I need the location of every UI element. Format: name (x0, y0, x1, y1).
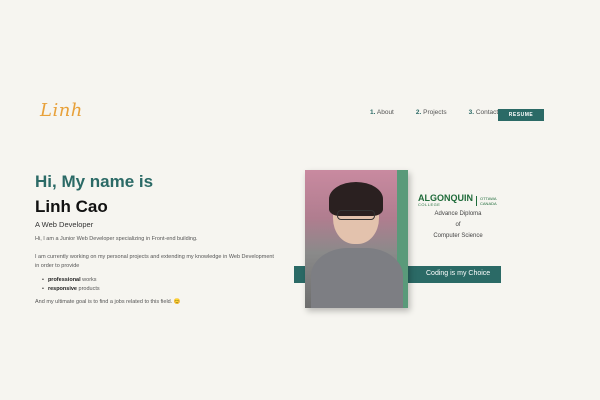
resume-button[interactable]: RESUME (498, 109, 544, 121)
goal-text: And my ultimate goal is to find a jobs r… (35, 298, 181, 307)
credential-line: Computer Science (433, 233, 483, 239)
credential-line: of (455, 222, 461, 228)
smile-emoji-icon: 😊 (173, 299, 181, 305)
college-city-line: CANADA (480, 200, 497, 206)
profile-photo (305, 170, 408, 308)
site-logo[interactable]: Linh (40, 100, 83, 121)
college-logo: ALGONQUIN COLLEGE OTTAWA CANADA (418, 193, 497, 208)
nav-number: 2. (415, 109, 422, 116)
about-paragraph: I am currently working on my personal pr… (35, 254, 274, 269)
nav-number: 1. (370, 109, 376, 116)
skill-rest: products (76, 286, 100, 292)
nav-link-projects[interactable]: 2. Projects (416, 109, 447, 116)
college-name: ALGONQUIN (418, 193, 473, 203)
skill-rest: works (80, 277, 97, 283)
skill-strong: responsive (47, 286, 77, 292)
skill-strong: professional (47, 277, 81, 283)
credential-line: Advance Diploma (434, 211, 482, 217)
tagline-text: Coding is my Choice (426, 270, 491, 277)
hero-greeting: Hi, My name is (35, 172, 154, 191)
list-item: professional works (42, 276, 100, 285)
nav-link-about[interactable]: 1. About (370, 109, 394, 116)
skill-list: professional works responsive products (42, 276, 100, 294)
photo-glasses (337, 210, 375, 220)
college-city: OTTAWA CANADA (476, 195, 497, 206)
goal-sentence: And my ultimate goal is to find a jobs r… (35, 299, 173, 305)
nav-number: 3. (468, 109, 475, 116)
intro-text: Hi, I am a Junior Web Developer speciali… (35, 236, 198, 242)
nav-label: Projects (423, 109, 447, 116)
hero-role: A Web Developer (35, 220, 94, 229)
photo-body (311, 248, 403, 308)
list-item: responsive products (42, 285, 100, 294)
hero-name: Linh Cao (35, 197, 108, 216)
college-city-line: OTTAWA (480, 195, 497, 201)
nav-link-contacts[interactable]: 3. Contacts (469, 109, 502, 116)
nav-label: About (376, 109, 394, 116)
